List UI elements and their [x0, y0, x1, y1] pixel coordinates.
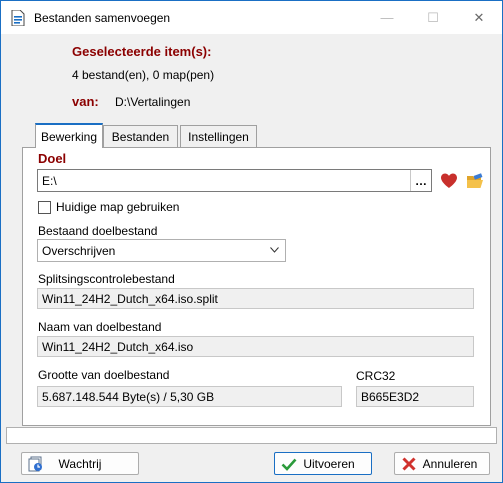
cancel-button-label: Annuleren [422, 456, 478, 471]
queue-button[interactable]: Wachtrij [21, 452, 139, 475]
run-button-label: Uitvoeren [303, 456, 355, 471]
minimize-icon: — [380, 10, 394, 25]
target-path-input[interactable]: E:\ [37, 169, 432, 192]
use-current-folder-checkbox[interactable] [38, 201, 51, 214]
tab-label: Bewerking [40, 129, 98, 144]
split-control-label: Splitsingscontrolebestand [38, 272, 175, 286]
close-button[interactable]: ✕ [456, 1, 502, 34]
merge-files-window: Bestanden samenvoegen — ☐ ✕ Geselecteerd… [0, 0, 503, 483]
source-folder-label: van: [72, 94, 99, 109]
run-button[interactable]: Uitvoeren [274, 452, 372, 475]
window-title: Bestanden samenvoegen [34, 11, 171, 25]
crc-field: B665E3D2 [356, 386, 474, 407]
cancel-button[interactable]: Annuleren [394, 452, 490, 475]
crc-label: CRC32 [356, 369, 396, 383]
heart-icon[interactable] [440, 172, 458, 190]
target-size-label: Grootte van doelbestand [38, 368, 170, 382]
target-path-value: E:\ [42, 174, 57, 188]
title-bar[interactable]: Bestanden samenvoegen — ☐ ✕ [1, 1, 502, 34]
target-name-value: Win11_24H2_Dutch_x64.iso [42, 340, 194, 354]
chevron-down-icon [270, 247, 279, 253]
crc-value: B665E3D2 [361, 390, 420, 404]
tab-bestanden[interactable]: Bestanden [103, 125, 178, 147]
dialog-client-area: Geselecteerde item(s): 4 bestand(en), 0 … [1, 34, 502, 482]
target-size-field: 5.687.148.544 Byte(s) / 5,30 GB [37, 386, 342, 407]
ellipsis-icon: … [415, 173, 427, 188]
source-folder-value: D:\Vertalingen [115, 95, 191, 109]
target-section-title: Doel [38, 151, 67, 166]
selected-items-label: Geselecteerde item(s): [72, 44, 212, 59]
existing-target-value: Overschrijven [42, 244, 116, 258]
split-control-value: Win11_24H2_Dutch_x64.iso.split [42, 292, 218, 306]
selected-items-value: 4 bestand(en), 0 map(pen) [72, 68, 215, 82]
operation-tab-panel: Doel E:\ … Huidige map gebruiken Bestaan… [22, 147, 491, 426]
folder-open-icon[interactable] [466, 172, 484, 190]
target-name-label: Naam van doelbestand [38, 320, 162, 334]
browse-button[interactable]: … [410, 170, 431, 191]
tab-bewerking[interactable]: Bewerking [35, 123, 103, 148]
file-merge-icon [11, 10, 25, 26]
existing-target-label: Bestaand doelbestand [38, 224, 158, 238]
queue-button-label: Wachtrij [58, 456, 102, 471]
tab-instellingen[interactable]: Instellingen [180, 125, 257, 147]
tab-label: Bestanden [111, 129, 170, 144]
tab-label: Instellingen [188, 129, 249, 144]
target-size-value: 5.687.148.544 Byte(s) / 5,30 GB [42, 390, 215, 404]
minimize-button[interactable]: — [364, 1, 410, 34]
split-control-field: Win11_24H2_Dutch_x64.iso.split [37, 288, 474, 309]
maximize-icon: ☐ [427, 9, 439, 25]
existing-target-select[interactable]: Overschrijven [37, 239, 286, 262]
use-current-folder-label: Huidige map gebruiken [56, 200, 180, 214]
status-bar [6, 427, 497, 444]
target-name-field: Win11_24H2_Dutch_x64.iso [37, 336, 474, 357]
maximize-button[interactable]: ☐ [410, 1, 456, 34]
close-icon: ✕ [473, 9, 485, 25]
